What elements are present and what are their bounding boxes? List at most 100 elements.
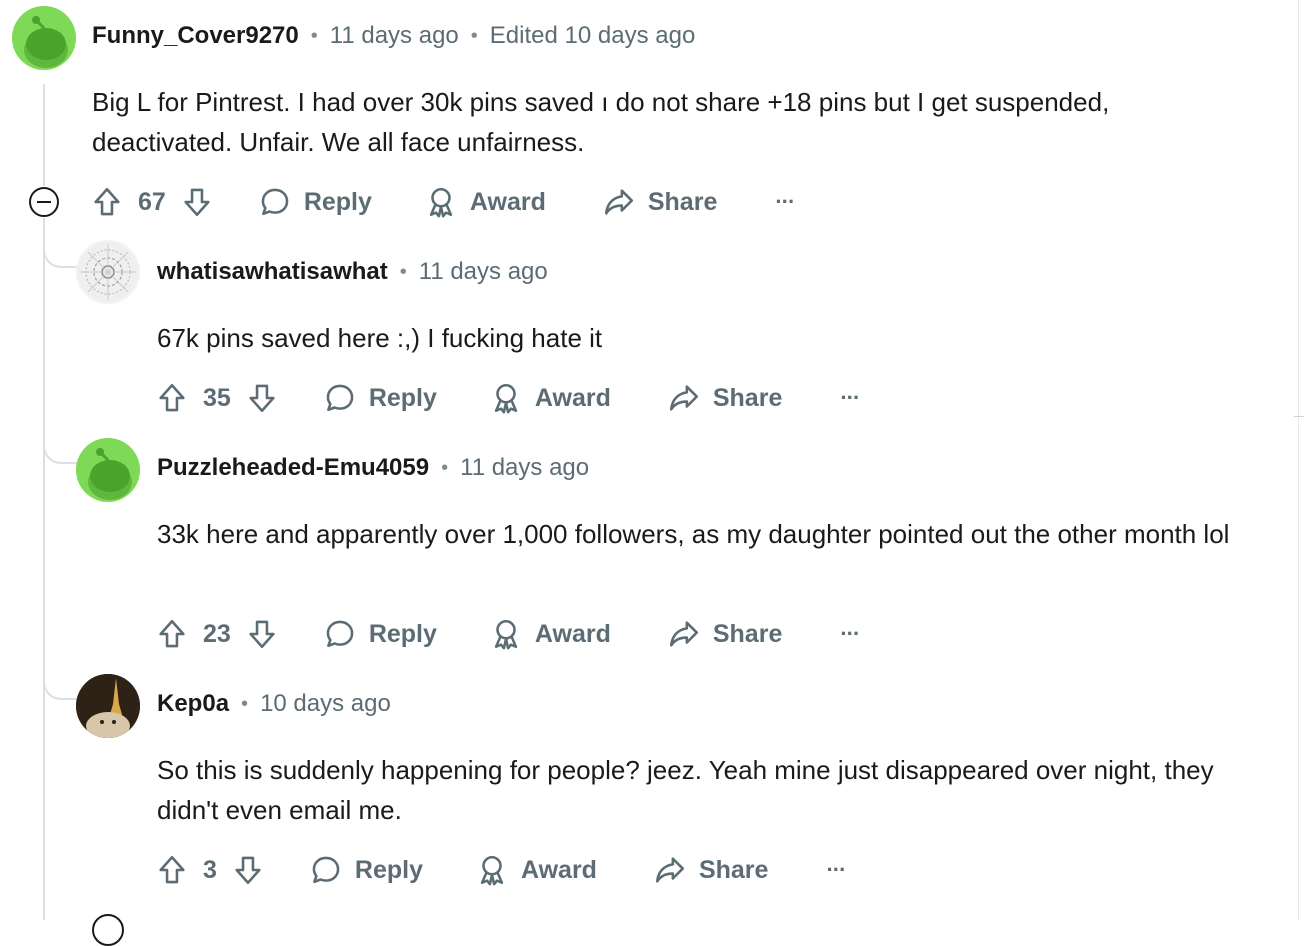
photo-avatar-eiffel-tower-icon <box>76 674 140 738</box>
more-dots-icon: ··· <box>840 621 860 646</box>
comment-meta: Kep0a • 10 days ago <box>157 690 391 718</box>
comment-actions: 67 Reply Award Share ··· <box>90 182 795 222</box>
award-button[interactable]: Award <box>489 381 611 415</box>
share-arrow-icon <box>669 385 698 411</box>
award-label: Award <box>534 383 611 412</box>
share-arrow-icon <box>655 857 684 883</box>
more-options-button[interactable]: ··· <box>840 385 860 411</box>
comment-bubble-icon <box>326 384 354 412</box>
comment-meta: whatisawhatisawhat • 11 days ago <box>157 258 548 286</box>
next-comment-avatar[interactable] <box>92 914 124 946</box>
snoo-avatar-icon <box>24 16 68 68</box>
upvote-icon <box>159 619 185 648</box>
award-label: Award <box>534 619 611 648</box>
share-button[interactable]: Share <box>602 185 717 219</box>
upvote-button[interactable] <box>90 185 124 219</box>
comment: whatisawhatisawhat • 11 days ago 67k pin… <box>0 236 1290 426</box>
edited-label: Edited 10 days ago <box>489 22 696 49</box>
more-dots-icon: ··· <box>775 189 795 214</box>
comment-actions: 23 Reply Award Share ··· <box>155 614 860 654</box>
user-avatar[interactable] <box>76 674 140 738</box>
meta-separator: • <box>399 260 407 283</box>
vote-count: 35 <box>203 383 231 412</box>
share-label: Share <box>712 619 783 648</box>
downvote-icon <box>249 384 275 413</box>
reply-button[interactable]: Reply <box>309 853 423 887</box>
meta-separator: • <box>241 692 249 715</box>
comment-actions: 3 Reply Award Share ··· <box>155 850 846 890</box>
comment-meta: Funny_Cover9270 • 11 days ago • Edited 1… <box>92 22 695 50</box>
comment-author[interactable]: Kep0a <box>157 690 229 718</box>
upvote-icon <box>159 383 185 412</box>
scrollbar-track[interactable] <box>1298 0 1304 920</box>
comment-body: Big L for Pintrest. I had over 30k pins … <box>92 87 1110 157</box>
award-icon <box>429 187 453 218</box>
downvote-icon <box>249 620 275 649</box>
comment-bubble-icon <box>326 620 354 648</box>
user-avatar[interactable] <box>76 438 140 502</box>
award-button[interactable]: Award <box>424 185 546 219</box>
share-button[interactable]: Share <box>667 617 782 651</box>
reply-button[interactable]: Reply <box>258 185 372 219</box>
award-button[interactable]: Award <box>475 853 597 887</box>
meta-separator: • <box>310 24 318 47</box>
upvote-button[interactable] <box>155 617 189 651</box>
comment-bubble-icon <box>312 856 340 884</box>
vote-count: 67 <box>138 187 166 216</box>
comment-time[interactable]: 11 days ago <box>330 22 459 50</box>
comment: Funny_Cover9270 • 11 days ago • Edited 1… <box>0 0 1290 240</box>
comment-author[interactable]: Funny_Cover9270 <box>92 22 299 50</box>
comment-actions: 35 Reply Award Share ··· <box>155 378 860 418</box>
vote-count: 23 <box>203 619 231 648</box>
comment: Kep0a • 10 days ago So this is suddenly … <box>0 668 1290 908</box>
comment-author[interactable]: whatisawhatisawhat <box>157 258 388 286</box>
downvote-icon <box>184 188 210 217</box>
reply-label: Reply <box>354 855 423 884</box>
downvote-icon <box>235 856 261 885</box>
comment-time[interactable]: 10 days ago <box>260 690 391 718</box>
user-avatar[interactable] <box>76 240 140 304</box>
share-label: Share <box>712 383 783 412</box>
upvote-icon <box>94 187 120 216</box>
award-icon <box>480 855 504 886</box>
reply-label: Reply <box>368 383 437 412</box>
comment-time[interactable]: 11 days ago <box>460 454 589 482</box>
comment: Puzzleheaded-Emu4059 • 11 days ago 33k h… <box>0 432 1290 668</box>
more-options-button[interactable]: ··· <box>840 621 860 647</box>
downvote-button[interactable] <box>245 617 279 651</box>
reply-button[interactable]: Reply <box>323 617 437 651</box>
more-options-button[interactable]: ··· <box>826 857 846 883</box>
comment-body: So this is suddenly happening for people… <box>157 755 1214 825</box>
award-label: Award <box>521 855 597 884</box>
more-options-button[interactable]: ··· <box>775 189 795 215</box>
share-arrow-icon <box>604 189 633 215</box>
upvote-button[interactable] <box>155 381 189 415</box>
share-arrow-icon <box>669 621 698 647</box>
award-label: Award <box>469 187 546 216</box>
comment-time[interactable]: 11 days ago <box>419 258 548 286</box>
user-avatar[interactable] <box>12 6 76 70</box>
comment-body: 33k here and apparently over 1,000 follo… <box>157 519 1230 549</box>
downvote-button[interactable] <box>245 381 279 415</box>
award-icon <box>494 619 518 650</box>
share-button[interactable]: Share <box>667 381 782 415</box>
comment-bubble-icon <box>261 188 289 216</box>
downvote-button[interactable] <box>231 853 265 887</box>
vote-count: 3 <box>203 855 217 884</box>
award-icon <box>494 383 518 414</box>
more-dots-icon: ··· <box>826 857 846 882</box>
comment-body: 67k pins saved here :,) I fucking hate i… <box>157 323 603 353</box>
comment-author[interactable]: Puzzleheaded-Emu4059 <box>157 454 429 482</box>
reply-label: Reply <box>303 187 372 216</box>
more-dots-icon: ··· <box>840 385 860 410</box>
scrollbar-marker <box>1294 416 1304 417</box>
share-button[interactable]: Share <box>653 853 768 887</box>
downvote-button[interactable] <box>180 185 214 219</box>
snoo-avatar-icon <box>88 448 132 500</box>
lace-pattern-avatar-icon <box>78 242 138 302</box>
reply-button[interactable]: Reply <box>323 381 437 415</box>
share-label: Share <box>647 187 718 216</box>
award-button[interactable]: Award <box>489 617 611 651</box>
upvote-button[interactable] <box>155 853 189 887</box>
reply-label: Reply <box>368 619 437 648</box>
